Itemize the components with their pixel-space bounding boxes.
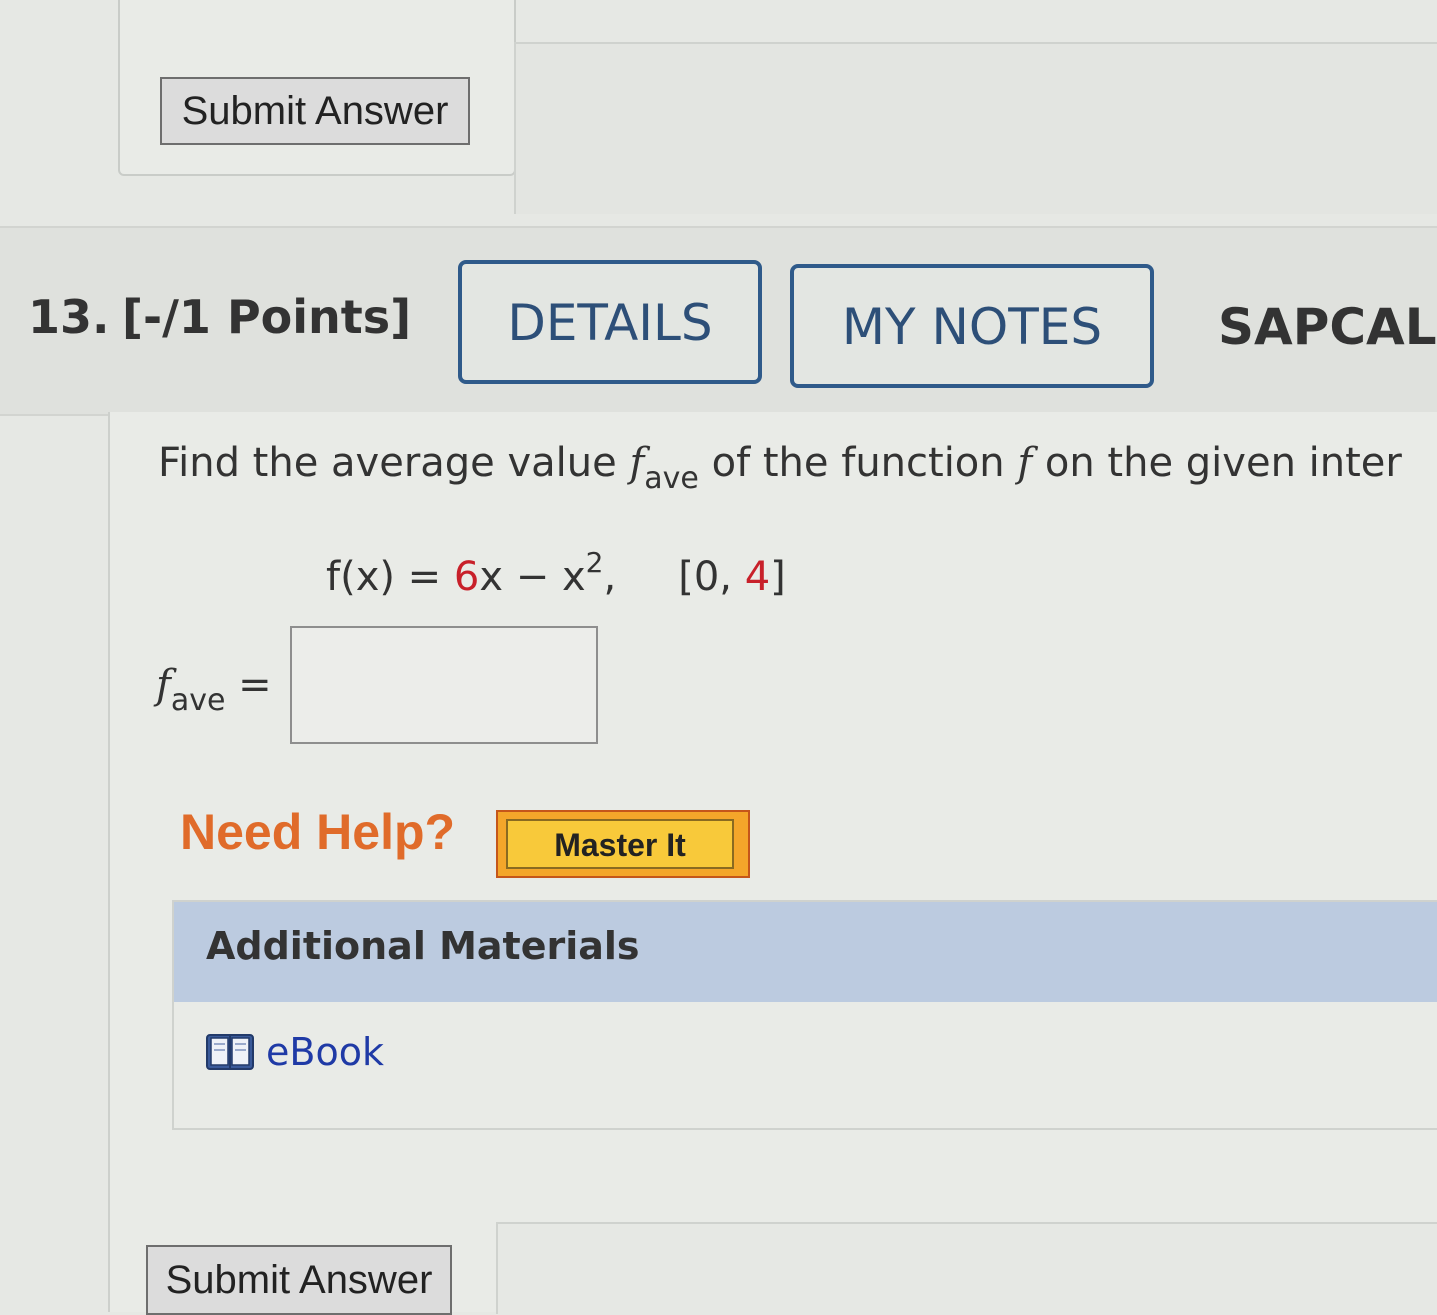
answer-label: fave = — [156, 662, 272, 718]
my-notes-button[interactable]: MY NOTES — [790, 264, 1154, 388]
prompt-f-symbol: f — [629, 440, 645, 486]
answer-input[interactable] — [290, 626, 598, 744]
equation-lhs: f(x) = — [326, 554, 454, 600]
book-icon — [206, 1034, 254, 1070]
interval-close: ] — [770, 554, 786, 600]
prompt-f-symbol-2: f — [1017, 440, 1033, 486]
equation-comma: , — [603, 554, 617, 600]
prompt-text-1: Find the average value — [158, 440, 630, 486]
function-equation: f(x) = 6x − x2, [0, 4] — [326, 546, 786, 600]
previous-question-side-panel — [514, 42, 1437, 214]
ebook-link[interactable]: eBook — [206, 1030, 384, 1074]
answer-subscript: ave — [170, 683, 226, 718]
details-button[interactable]: DETAILS — [458, 260, 762, 384]
interval-end: 4 — [744, 554, 771, 600]
additional-materials-title: Additional Materials — [206, 924, 640, 968]
question-number: 13. — [28, 290, 110, 344]
prompt-subscript: ave — [644, 461, 699, 496]
submit-answer-button-top[interactable]: Submit Answer — [160, 77, 470, 145]
equation-middle: x − x — [479, 554, 586, 600]
master-it-label: Master It — [506, 819, 734, 869]
course-code: SAPCALC — [1218, 298, 1437, 356]
need-help-label: Need Help? — [180, 804, 456, 860]
master-it-button[interactable]: Master It — [496, 810, 750, 878]
prompt-text-2: of the function — [698, 440, 1018, 486]
equation-exponent: 2 — [585, 546, 604, 579]
interval-start: [0, — [678, 554, 745, 600]
answer-f-symbol: f — [156, 662, 171, 708]
submit-answer-button-bottom[interactable]: Submit Answer — [146, 1245, 452, 1315]
points-label: [-/1 Points] — [122, 290, 412, 344]
ebook-label: eBook — [266, 1030, 384, 1074]
equation-coefficient: 6 — [453, 554, 480, 600]
answer-equals: = — [225, 662, 272, 708]
question-prompt: Find the average value fave of the funct… — [158, 440, 1402, 496]
prompt-text-3: on the given inter — [1032, 440, 1402, 486]
bottom-side-panel — [496, 1222, 1437, 1314]
